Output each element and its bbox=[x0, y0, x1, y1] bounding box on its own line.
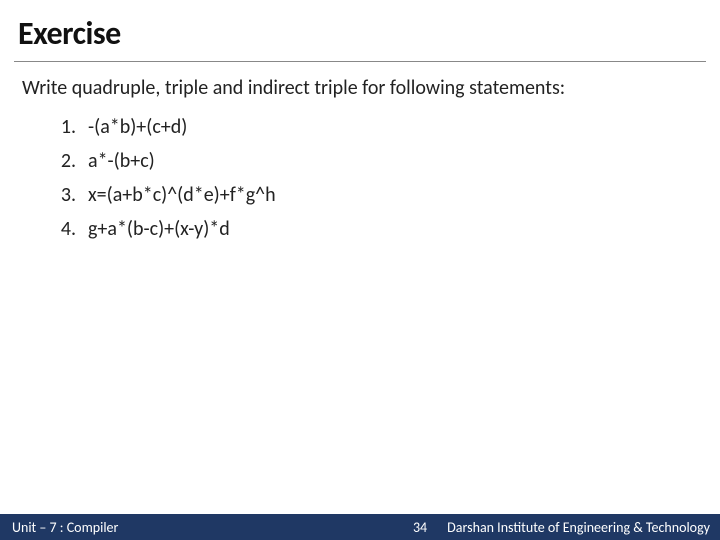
footer-page-number: 34 bbox=[399, 519, 441, 536]
item-number: 3. bbox=[48, 178, 76, 212]
item-expression: x=(a+b*c)^(d*e)+f*g^h bbox=[88, 178, 276, 212]
item-expression: a*-(b+c) bbox=[88, 144, 155, 178]
item-expression: -(a*b)+(c+d) bbox=[88, 110, 187, 144]
item-number: 4. bbox=[48, 212, 76, 246]
footer-unit: Unit – 7 : Compiler bbox=[0, 519, 130, 536]
slide-footer: Unit – 7 : Compiler 34 Darshan Institute… bbox=[0, 514, 720, 540]
list-item: 3. x=(a+b*c)^(d*e)+f*g^h bbox=[48, 178, 698, 212]
footer-organization: Darshan Institute of Engineering & Techn… bbox=[441, 519, 720, 536]
list-item: 1. -(a*b)+(c+d) bbox=[48, 110, 698, 144]
slide: Exercise Write quadruple, triple and ind… bbox=[0, 0, 720, 540]
list-item: 2. a*-(b+c) bbox=[48, 144, 698, 178]
item-expression: g+a*(b-c)+(x-y)*d bbox=[88, 212, 230, 246]
slide-body: Write quadruple, triple and indirect tri… bbox=[0, 72, 720, 514]
item-number: 1. bbox=[48, 110, 76, 144]
slide-title: Exercise bbox=[18, 14, 702, 53]
item-number: 2. bbox=[48, 144, 76, 178]
statement-list: 1. -(a*b)+(c+d) 2. a*-(b+c) 3. x=(a+b*c)… bbox=[22, 110, 698, 246]
list-item: 4. g+a*(b-c)+(x-y)*d bbox=[48, 212, 698, 246]
prompt-text: Write quadruple, triple and indirect tri… bbox=[22, 76, 698, 100]
title-rule bbox=[14, 61, 706, 62]
title-wrap: Exercise bbox=[0, 0, 720, 61]
